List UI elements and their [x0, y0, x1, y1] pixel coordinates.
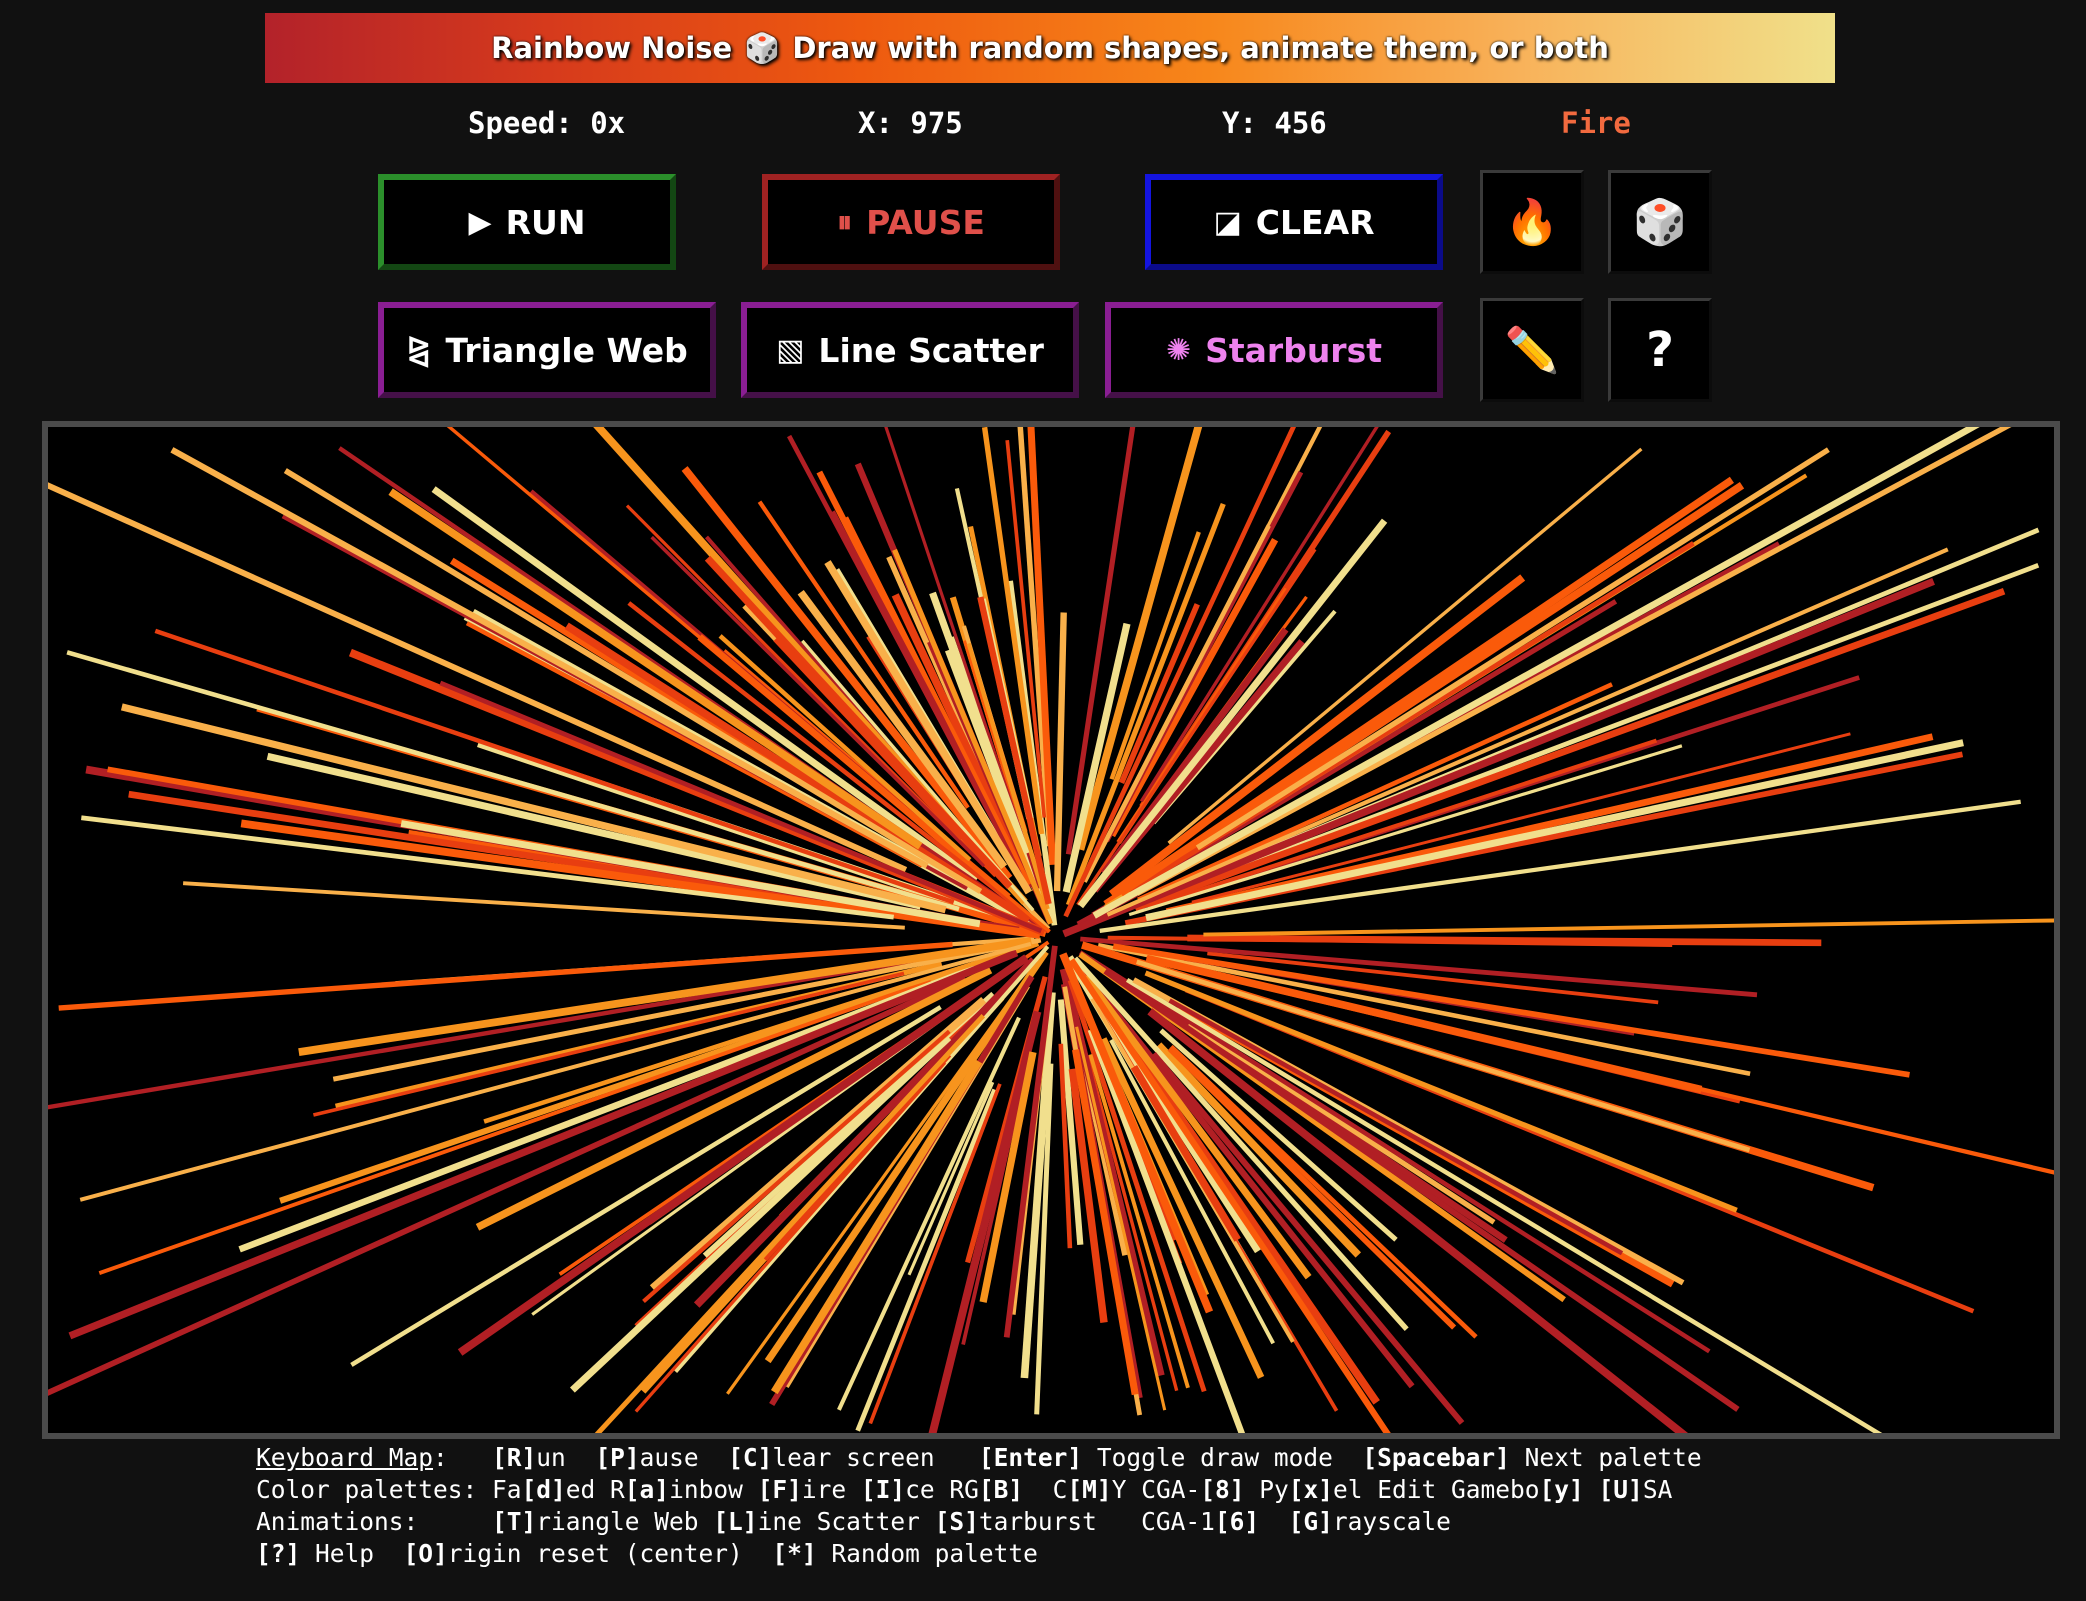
starburst-button[interactable]: ✺ Starburst [1105, 302, 1443, 398]
run-button-label: RUN [505, 202, 586, 242]
starburst-ray [283, 468, 983, 894]
app-title-banner: Rainbow Noise 🎲 Draw with random shapes,… [265, 13, 1835, 83]
clear-button-label: CLEAR [1255, 202, 1375, 242]
app-title: Rainbow Noise [491, 31, 733, 65]
starburst-ray [1097, 943, 1751, 1077]
pause-button-label: PAUSE [866, 202, 985, 242]
starburst-label: Starburst [1205, 330, 1383, 370]
keyboard-map-line-3: Animations: [T]riangle Web [L]ine Scatte… [256, 1507, 1451, 1536]
starburst-ray [1077, 518, 1388, 909]
triangle-web-button[interactable]: ⧎ Triangle Web [378, 302, 716, 398]
help-button[interactable]: ? [1608, 298, 1712, 402]
speed-readout: Speed: 0x [468, 106, 626, 140]
line-scatter-button[interactable]: ▧ Line Scatter [741, 302, 1079, 398]
triangle-web-label: Triangle Web [445, 330, 688, 370]
random-palette-button[interactable]: 🎲 [1608, 170, 1712, 274]
play-icon: ▶ [468, 204, 492, 240]
line-scatter-icon: ▧ [776, 332, 805, 368]
help-icon: ? [1646, 322, 1674, 378]
pencil-icon: ✏️ [1504, 325, 1560, 376]
fire-icon: 🔥 [1504, 197, 1560, 248]
starburst-ray [1053, 612, 1067, 892]
starburst-ray [98, 979, 932, 1275]
starburst-icon: ✺ [1165, 332, 1192, 368]
drawing-canvas[interactable] [42, 421, 2060, 1439]
x-coordinate-readout: X: 975 [858, 106, 963, 140]
keyboard-map-title: Keyboard Map [256, 1443, 434, 1472]
y-coordinate-readout: Y: 456 [1222, 106, 1327, 140]
palette-name-readout: Fire [1561, 106, 1631, 140]
line-scatter-label: Line Scatter [818, 330, 1044, 370]
pause-icon: ⏸ [837, 204, 853, 240]
dice-icon: 🎲 [1632, 197, 1688, 248]
keyboard-map-line-2: Color palettes: Fa[d]ed R[a]inbow [F]ire… [256, 1475, 1673, 1504]
keyboard-map-line-4: [?] Help [O]rigin reset (center) [*] Ran… [256, 1539, 1038, 1568]
fire-palette-button[interactable]: 🔥 [1480, 170, 1584, 274]
clear-button[interactable]: ◪ CLEAR [1145, 174, 1443, 270]
dice-icon: 🎲 [744, 30, 781, 65]
starburst-ray [1203, 918, 2054, 937]
starburst-ray [1103, 968, 1740, 1412]
starburst-drawing [48, 427, 2054, 1433]
app-subtitle: Draw with random shapes, animate them, o… [792, 31, 1609, 65]
draw-mode-button[interactable]: ✏️ [1480, 298, 1584, 402]
pause-button[interactable]: ⏸ PAUSE [762, 174, 1060, 270]
starburst-ray [48, 482, 908, 873]
clear-icon: ◪ [1213, 204, 1242, 240]
keyboard-map: Keyboard Map: [R]un [P]ause [C]lear scre… [256, 1442, 1702, 1570]
starburst-ray [1078, 950, 1711, 1354]
run-button[interactable]: ▶ RUN [378, 174, 676, 270]
keyboard-map-line-1: : [R]un [P]ause [C]lear screen [Enter] T… [433, 1443, 1702, 1472]
triangle-web-icon: ⧎ [406, 332, 432, 368]
